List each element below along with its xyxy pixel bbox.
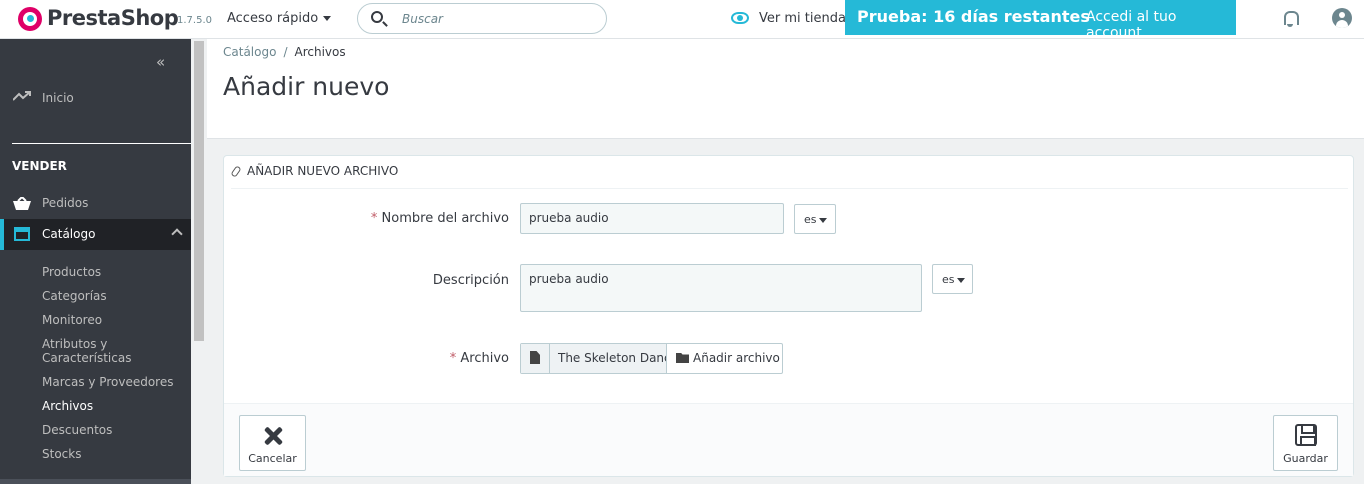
file-upload[interactable]: The Skeleton Dance Añadir archivo [520,343,783,374]
description-lang-dropdown[interactable]: es [932,264,973,294]
description-label: Descripción [432,273,509,288]
close-icon [263,426,283,446]
folder-open-icon [676,353,689,363]
sidebar-scrollbar[interactable] [191,39,207,484]
scrollbar-thumb[interactable] [194,41,204,341]
sidebar-section-title: VENDER [12,159,67,173]
page-title: Añadir nuevo [223,72,390,101]
submenu-item-productos[interactable]: Productos [42,265,101,279]
file-label-text: Archivo [460,351,509,366]
file-name-label-text: Nombre del archivo [381,211,509,226]
caret-down-icon [323,16,332,21]
sidebar-item-label: Pedidos [42,196,89,210]
brand-name[interactable]: PrestaShop [47,6,179,30]
view-shop-link[interactable]: Ver mi tienda [759,11,846,26]
name-lang-dropdown[interactable]: es [794,204,836,234]
sidebar-item-label: Inicio [42,91,74,105]
sidebar-item-inicio[interactable]: Inicio [0,87,191,109]
required-mark: * [449,351,457,366]
cancel-button[interactable]: Cancelar [239,415,306,471]
save-label: Guardar [1283,452,1328,465]
breadcrumb-archivos[interactable]: Archivos [294,45,345,59]
lang-label: es [942,273,955,286]
submenu-item-categorias[interactable]: Categorías [42,289,107,303]
submenu-item-monitoreo[interactable]: Monitoreo [42,313,102,327]
paperclip-icon [230,165,242,178]
prestashop-logo-icon[interactable] [18,7,42,31]
search-icon[interactable] [371,11,383,23]
trial-banner: Prueba: 16 días restantes Accedi al tuo … [845,0,1236,41]
quick-access-label: Acceso rápido [227,11,319,26]
cancel-label: Cancelar [248,452,297,465]
bell-icon[interactable] [1282,10,1299,27]
top-bar: PrestaShop 1.7.5.0 Acceso rápido Ver mi … [0,0,1364,41]
file-label: * Archivo [364,351,509,366]
add-file-button[interactable]: Añadir archivo [668,344,782,373]
sidebar: « Inicio VENDER Pedidos Catálogo Product… [0,39,191,484]
sidebar-item-label: Catálogo [42,227,96,241]
file-icon [521,344,550,373]
submenu-item-archivos[interactable]: Archivos [42,399,93,413]
basket-icon [13,197,31,210]
add-file-panel: AÑADIR NUEVO ARCHIVO * Nombre del archiv… [223,155,1354,477]
description-textarea[interactable]: prueba audio [520,264,922,312]
submenu-item-marcas[interactable]: Marcas y Proveedores [42,375,173,389]
quick-access-dropdown[interactable]: Acceso rápido [227,11,332,26]
caret-down-icon [818,217,827,223]
caret-down-icon [956,277,965,283]
save-icon [1295,424,1317,446]
submenu-item-stocks[interactable]: Stocks [42,447,81,461]
sidebar-item-catalogo[interactable]: Catálogo [0,219,191,250]
add-file-label: Añadir archivo [693,351,780,365]
submenu-item-atributos[interactable]: Atributos y Características [42,337,142,365]
chevron-up-icon[interactable] [171,228,183,240]
file-name-label: * Nombre del archivo [364,211,509,226]
trend-icon [13,91,31,101]
store-icon [14,227,30,241]
search-input[interactable] [402,10,592,28]
search-box[interactable] [357,3,607,34]
panel-title: AÑADIR NUEVO ARCHIVO [247,164,399,178]
submenu-item-descuentos[interactable]: Descuentos [42,423,112,437]
version-label: 1.7.5.0 [177,15,212,26]
panel-footer: Cancelar Guardar [224,403,1353,476]
breadcrumb-separator: / [283,45,288,59]
collapse-sidebar-icon[interactable]: « [156,53,165,71]
breadcrumb-catalogo[interactable]: Catálogo [223,45,276,59]
breadcrumb: Catálogo / Archivos [223,45,346,59]
required-mark: * [370,211,378,226]
file-name-input[interactable]: prueba audio [520,203,784,234]
panel-heading: AÑADIR NUEVO ARCHIVO [230,163,1348,189]
page-header: Catálogo / Archivos Añadir nuevo [207,39,1364,139]
user-avatar-icon[interactable] [1332,8,1352,28]
file-name-display: The Skeleton Dance [550,344,667,373]
sidebar-divider [12,143,191,144]
sidebar-footer [0,479,191,484]
sidebar-item-pedidos[interactable]: Pedidos [0,192,191,214]
account-link[interactable]: Accedi al tuo account [1086,9,1236,41]
eye-icon[interactable] [731,12,749,24]
save-button[interactable]: Guardar [1273,415,1338,471]
trial-text: Prueba: 16 días restantes [857,7,1090,26]
lang-label: es [804,213,817,226]
